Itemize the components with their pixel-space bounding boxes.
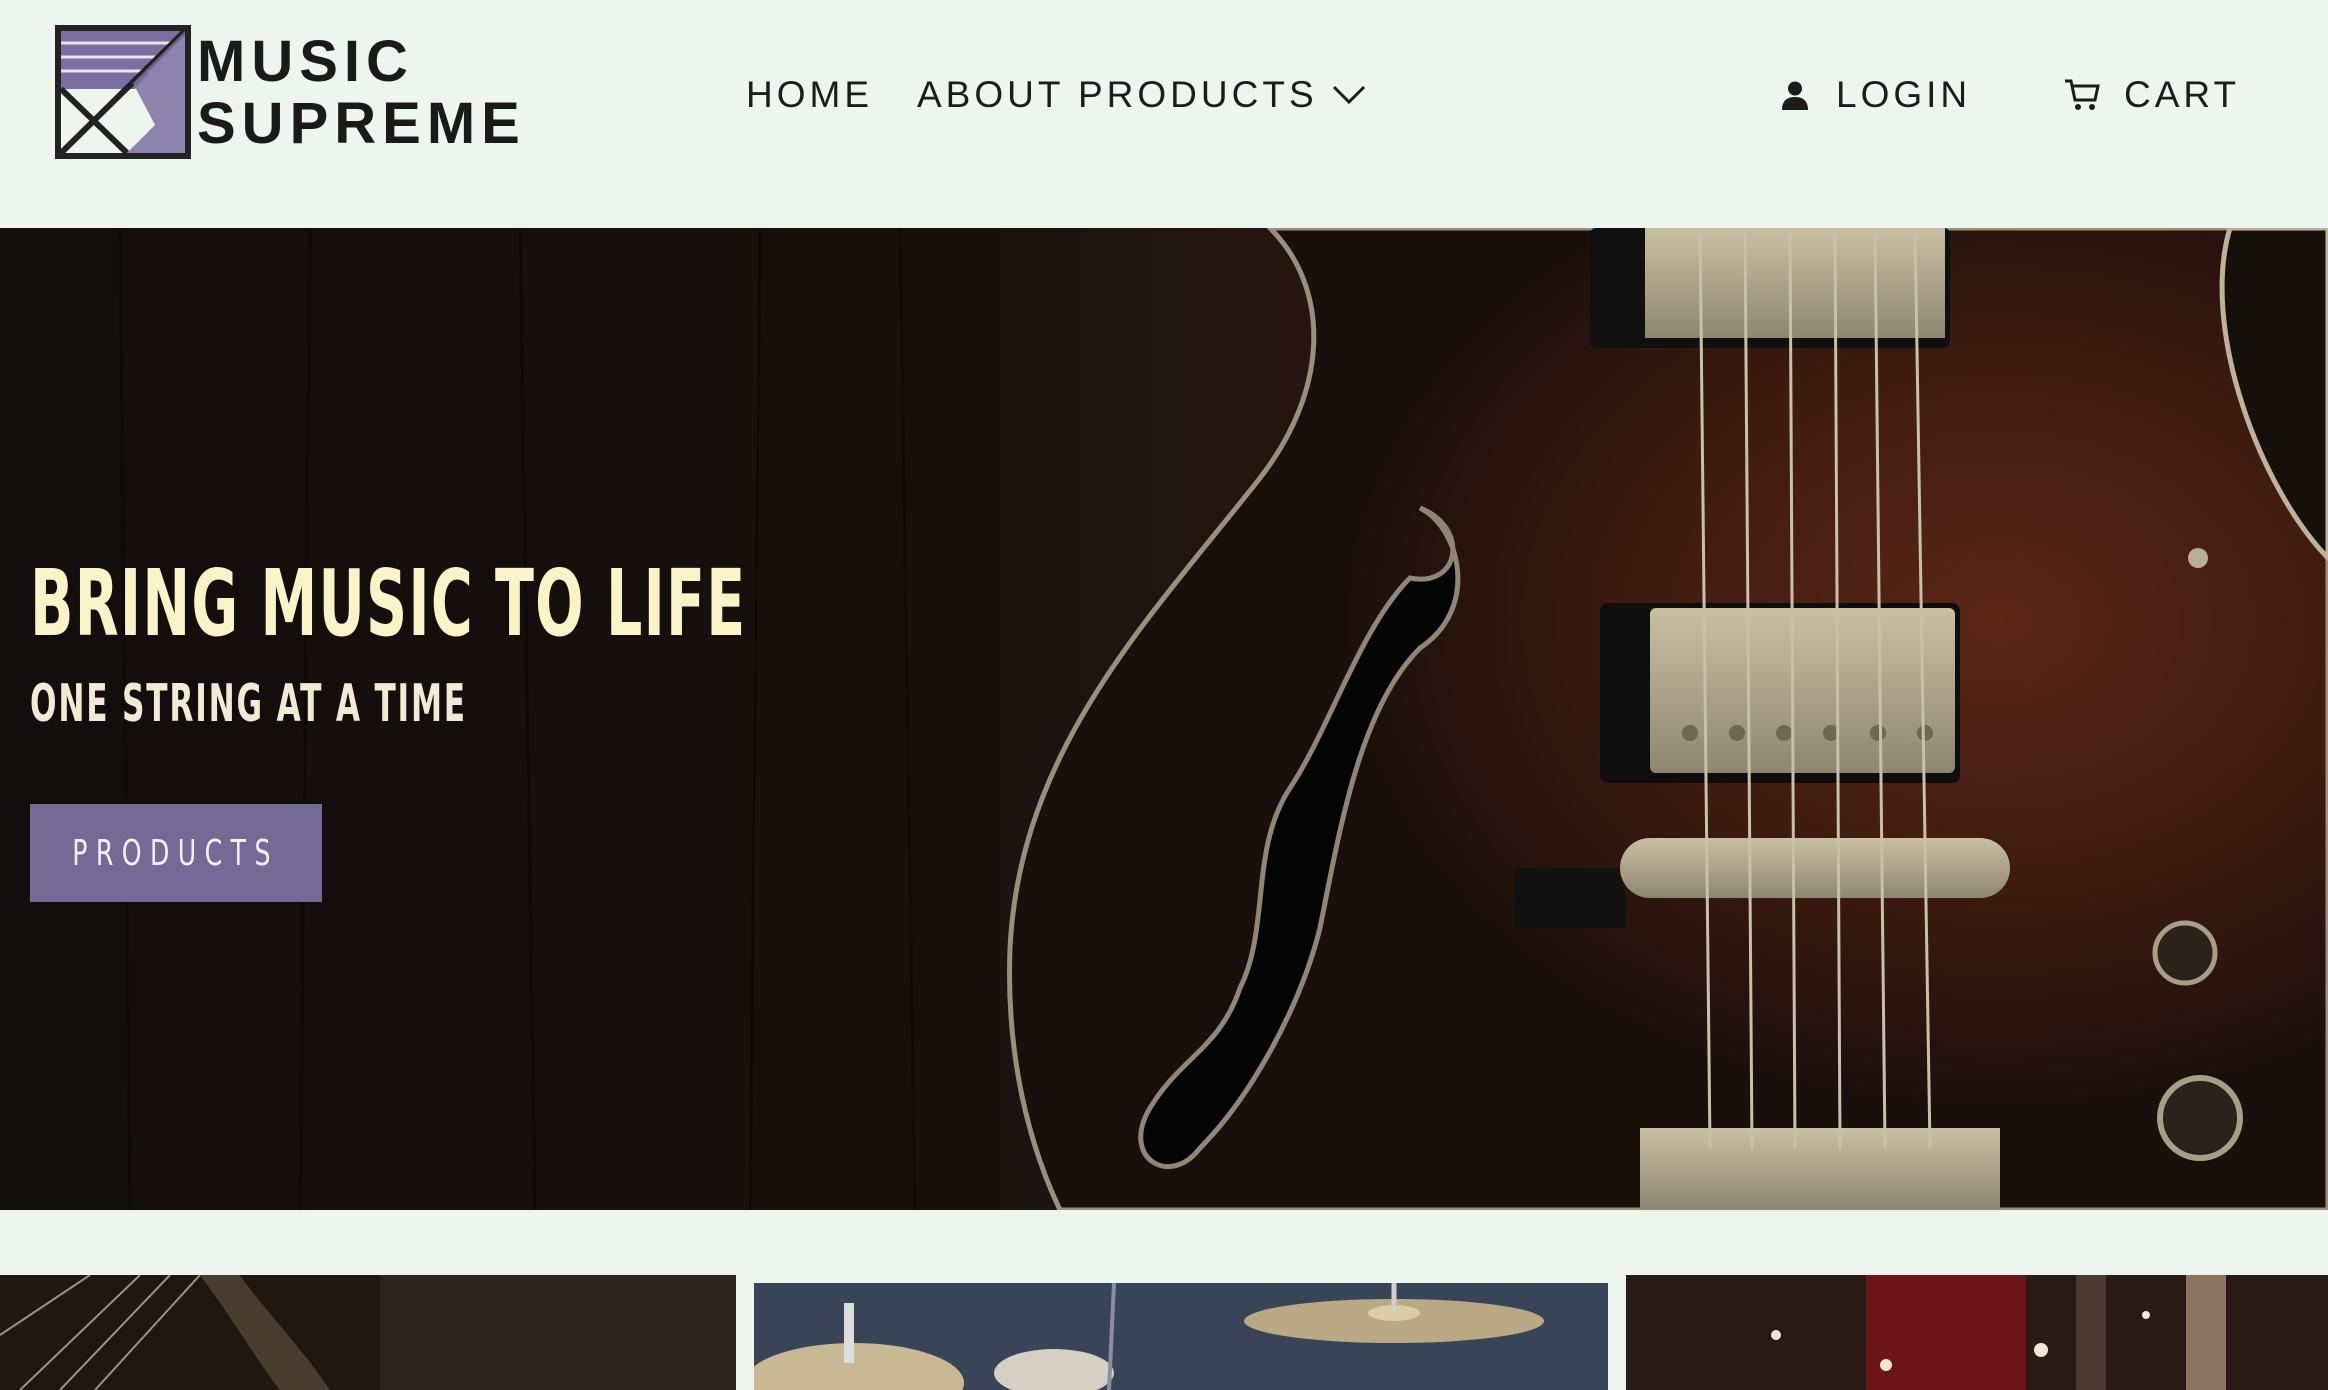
user-icon <box>1782 81 1808 110</box>
hero-title: BRING MUSIC TO LIFE <box>30 550 747 657</box>
category-tile-guitars[interactable] <box>0 1275 736 1390</box>
site-header: MUSIC SUPREME HOME ABOUT PRODUCTS LOGIN … <box>0 0 2328 228</box>
brand-logo[interactable]: MUSIC SUPREME <box>55 25 565 160</box>
category-tile-store[interactable] <box>1626 1275 2328 1390</box>
category-tile-drums[interactable] <box>754 1283 1608 1390</box>
nav-products[interactable]: PRODUCTS <box>1078 70 1366 120</box>
nav-login[interactable]: LOGIN <box>1780 70 1971 120</box>
nav-cart-label: CART <box>2124 74 2241 115</box>
music-supreme-logo-mark <box>55 25 191 159</box>
guitar-store-image <box>1626 1275 2328 1390</box>
brand-line-1: MUSIC <box>197 29 414 94</box>
nav-cart[interactable]: CART <box>2064 70 2240 120</box>
hero-products-button-label: PRODUCTS <box>72 832 280 874</box>
guitar-neck-image <box>0 1275 736 1390</box>
brand-wordmark: MUSIC SUPREME <box>197 31 526 155</box>
hero-banner: BRING MUSIC TO LIFE ONE STRING AT A TIME… <box>0 228 2328 1210</box>
brand-line-2: SUPREME <box>197 91 526 156</box>
nav-login-label: LOGIN <box>1836 74 1972 115</box>
nav-home[interactable]: HOME <box>746 70 873 120</box>
chevron-down-icon <box>1332 85 1365 105</box>
drum-kit-image <box>754 1283 1608 1390</box>
nav-about[interactable]: ABOUT <box>917 70 1064 120</box>
hero-products-button[interactable]: PRODUCTS <box>30 804 322 902</box>
cart-icon <box>2065 79 2100 110</box>
nav-products-label: PRODUCTS <box>1078 74 1318 115</box>
hero-subtitle: ONE STRING AT A TIME <box>30 674 467 734</box>
